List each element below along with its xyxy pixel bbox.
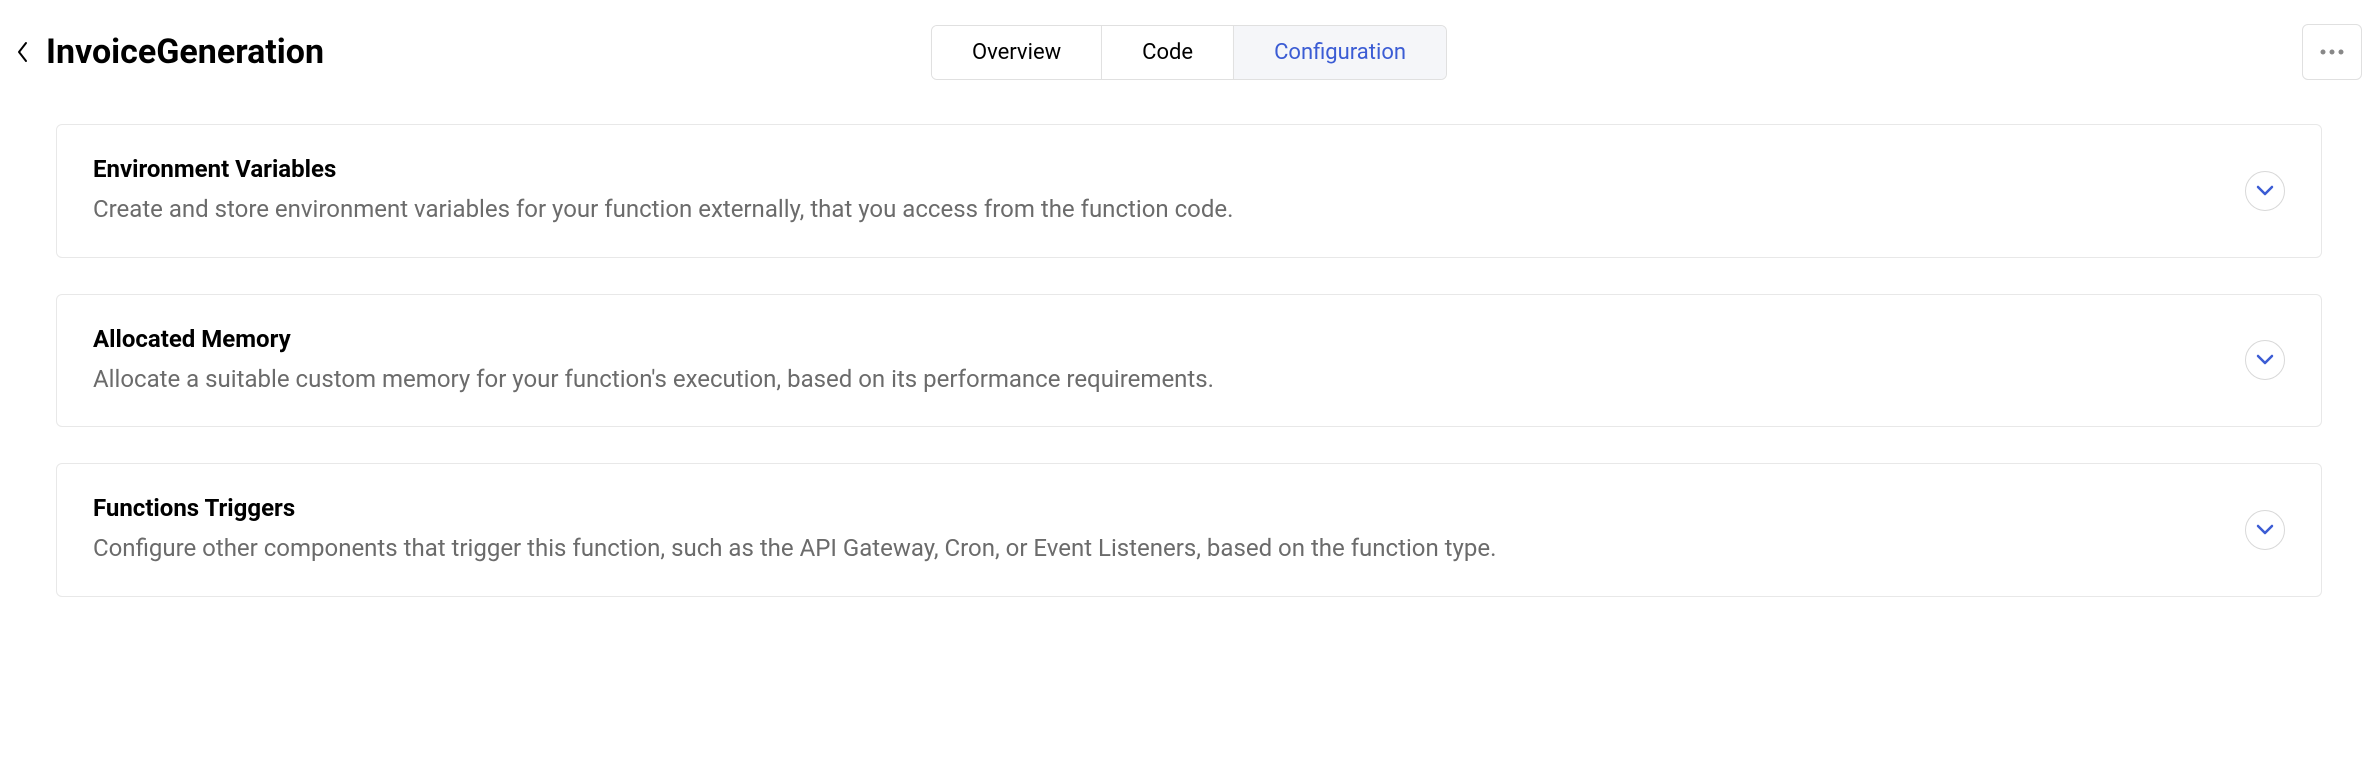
card-environment-variables: Environment Variables Create and store e… — [56, 124, 2322, 258]
more-horizontal-icon — [2320, 49, 2344, 55]
content-area: Environment Variables Create and store e… — [0, 104, 2378, 653]
tab-configuration[interactable]: Configuration — [1234, 26, 1446, 79]
expand-button[interactable] — [2245, 340, 2285, 380]
card-content: Functions Triggers Configure other compo… — [93, 494, 2225, 566]
page-header: InvoiceGeneration Overview Code Configur… — [0, 0, 2378, 104]
card-description: Allocate a suitable custom memory for yo… — [93, 363, 2225, 397]
card-title: Functions Triggers — [93, 494, 2225, 522]
tab-code[interactable]: Code — [1102, 26, 1234, 79]
back-button[interactable] — [12, 37, 34, 67]
expand-button[interactable] — [2245, 510, 2285, 550]
expand-button[interactable] — [2245, 171, 2285, 211]
page-title: InvoiceGeneration — [46, 32, 324, 72]
tab-overview[interactable]: Overview — [932, 26, 1102, 79]
chevron-down-icon — [2256, 185, 2274, 197]
card-content: Environment Variables Create and store e… — [93, 155, 2225, 227]
card-description: Create and store environment variables f… — [93, 193, 2225, 227]
card-functions-triggers: Functions Triggers Configure other compo… — [56, 463, 2322, 597]
tabs-container: Overview Code Configuration — [931, 25, 1447, 80]
card-title: Allocated Memory — [93, 325, 2225, 353]
card-title: Environment Variables — [93, 155, 2225, 183]
more-options-button[interactable] — [2302, 24, 2362, 80]
chevron-down-icon — [2256, 524, 2274, 536]
chevron-left-icon — [16, 41, 30, 63]
card-content: Allocated Memory Allocate a suitable cus… — [93, 325, 2225, 397]
card-description: Configure other components that trigger … — [93, 532, 2225, 566]
chevron-down-icon — [2256, 354, 2274, 366]
card-allocated-memory: Allocated Memory Allocate a suitable cus… — [56, 294, 2322, 428]
